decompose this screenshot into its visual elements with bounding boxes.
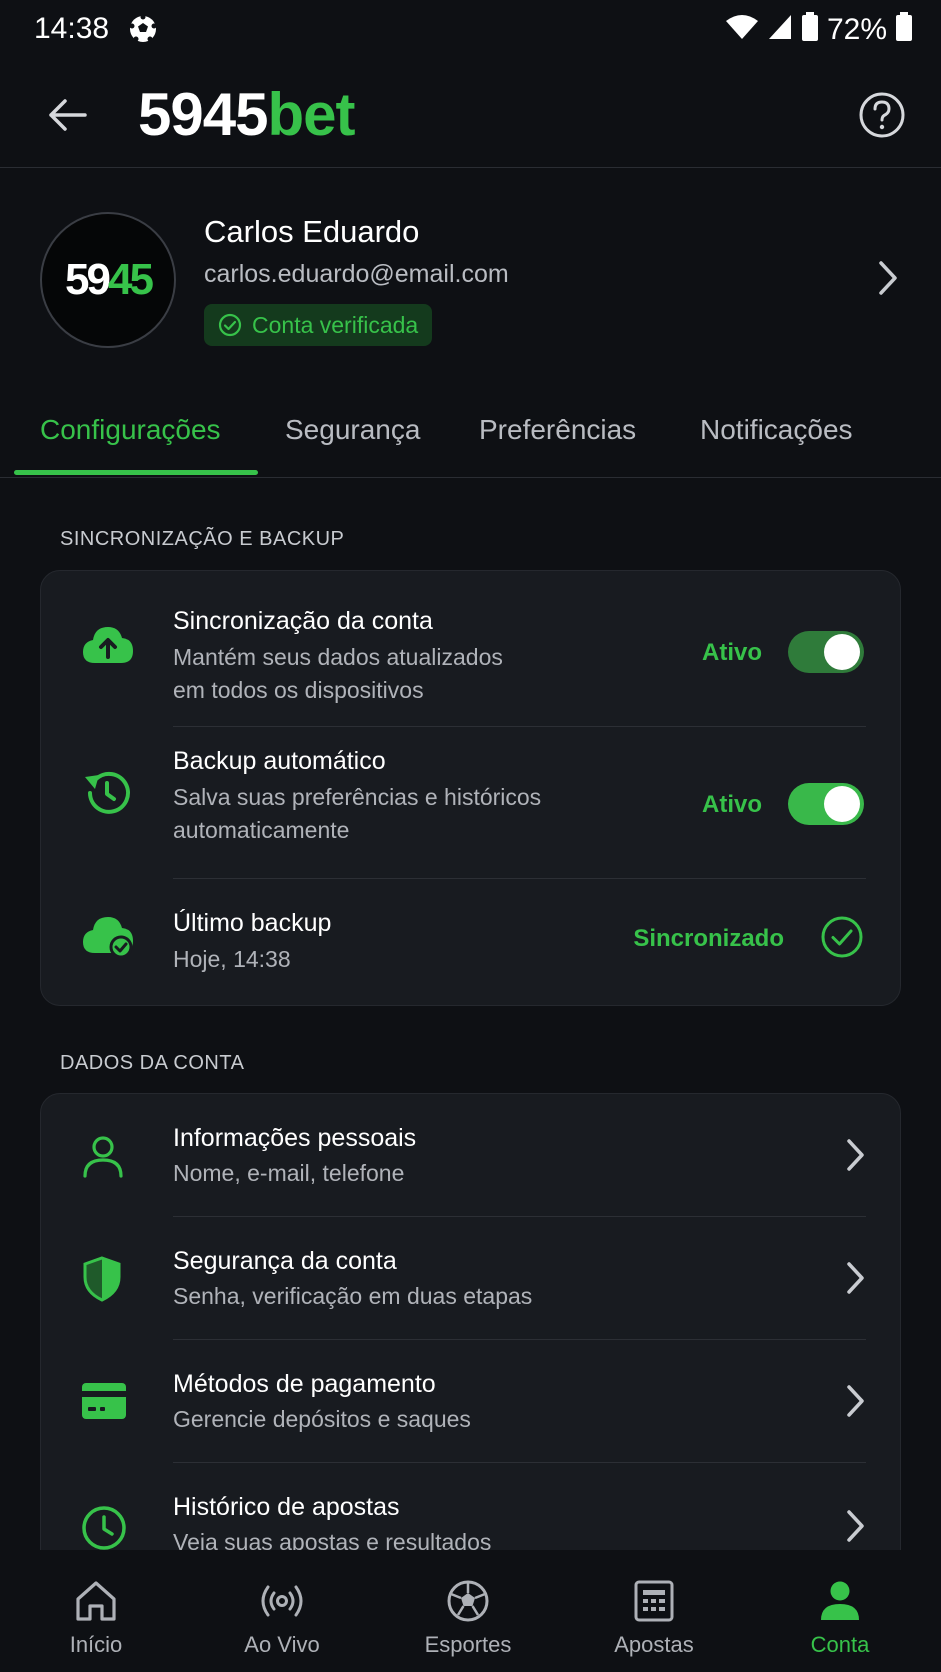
avatar: 5945 xyxy=(40,212,176,348)
shield-icon xyxy=(83,1256,121,1302)
profile-email: carlos.eduardo@email.com xyxy=(204,260,509,288)
auto-backup-row: Backup automático Salva suas preferência… xyxy=(41,727,900,879)
tab-preferencias[interactable]: Preferências xyxy=(479,414,636,446)
auto-backup-subtitle-line1: Salva suas preferências e históricos xyxy=(173,784,542,810)
bet-slip-icon xyxy=(634,1580,674,1622)
chevron-right-icon xyxy=(847,1385,864,1417)
section-title-sync: SINCRONIZAÇÃO E BACKUP xyxy=(60,528,345,550)
soccer-ball-icon xyxy=(447,1580,489,1622)
personal-info-row[interactable]: Informações pessoais Nome, e-mail, telef… xyxy=(41,1094,900,1217)
sync-card: Sincronização da conta Mantém seus dados… xyxy=(40,570,901,1006)
sync-account-subtitle-line1: Mantém seus dados atualizados xyxy=(173,644,503,670)
avatar-text-main: 59 xyxy=(65,255,111,304)
clock-icon xyxy=(82,1506,126,1550)
user-icon xyxy=(821,1581,859,1620)
auto-backup-title: Backup automático xyxy=(173,747,386,775)
history-icon xyxy=(85,771,130,814)
account-card: Informações pessoais Nome, e-mail, telef… xyxy=(40,1093,901,1593)
status-bar: 14:38 72% xyxy=(0,0,941,60)
avatar-text-accent: 45 xyxy=(108,255,154,304)
wifi-icon xyxy=(725,13,759,46)
credit-card-icon xyxy=(82,1383,126,1419)
nav-apostas[interactable]: Apostas xyxy=(560,1550,748,1672)
auto-backup-subtitle-line2: automaticamente xyxy=(173,817,350,843)
nav-label-conta: Conta xyxy=(810,1632,870,1657)
verified-badge: Conta verificada xyxy=(204,304,433,346)
last-backup-status: Sincronizado xyxy=(633,925,784,952)
settings-tabs: Configurações Segurança Preferências Not… xyxy=(0,378,941,478)
tab-seguranca[interactable]: Segurança xyxy=(285,414,420,446)
status-time: 14:38 xyxy=(34,12,110,45)
logo-number: 5945 xyxy=(138,81,268,148)
bottom-navigation: Início Ao Vivo Esportes Apostas Conta xyxy=(0,1550,941,1672)
help-button[interactable] xyxy=(857,90,907,140)
sync-account-subtitle-line2: em todos os dispositivos xyxy=(173,677,424,703)
check-circle-icon xyxy=(821,916,863,958)
cloud-upload-icon xyxy=(83,627,133,663)
nav-ao-vivo[interactable]: Ao Vivo xyxy=(188,1550,376,1672)
verified-label: Conta verificada xyxy=(252,311,419,338)
battery-icon xyxy=(801,12,819,47)
sync-account-toggle[interactable] xyxy=(788,631,864,673)
nav-conta[interactable]: Conta xyxy=(746,1550,934,1672)
payment-methods-subtitle: Gerencie depósitos e saques xyxy=(173,1406,471,1432)
check-circle-icon xyxy=(218,313,242,337)
profile-summary[interactable]: 5945 Carlos Eduardo carlos.eduardo@email… xyxy=(0,168,941,378)
battery-percent: 72% xyxy=(826,12,887,46)
payment-methods-title: Métodos de pagamento xyxy=(173,1370,436,1398)
sync-account-title: Sincronização da conta xyxy=(173,607,433,635)
soccer-notification-icon xyxy=(128,14,158,49)
chevron-right-icon xyxy=(847,1510,864,1542)
tab-configuracoes[interactable]: Configurações xyxy=(40,414,221,446)
logo-accent: bet xyxy=(267,81,355,148)
auto-backup-status: Ativo xyxy=(702,791,762,818)
personal-info-title: Informações pessoais xyxy=(173,1124,417,1152)
back-button[interactable] xyxy=(40,88,94,142)
nav-label-inicio: Início xyxy=(69,1632,123,1657)
screen: 14:38 72% 5945bet 5945 Carlos Eduardo ca… xyxy=(0,0,941,1672)
payment-methods-row[interactable]: Métodos de pagamento Gerencie depósitos … xyxy=(41,1340,900,1463)
auto-backup-toggle[interactable] xyxy=(788,783,864,825)
toggle-knob xyxy=(824,634,860,670)
live-icon xyxy=(261,1585,303,1617)
account-security-row[interactable]: Segurança da conta Senha, verificação em… xyxy=(41,1217,900,1340)
chevron-right-icon xyxy=(879,261,897,295)
section-title-account: DADOS DA CONTA xyxy=(60,1052,245,1074)
nav-label-apostas: Apostas xyxy=(614,1632,694,1657)
status-indicators: 72% xyxy=(725,12,913,47)
brand-logo: 5945bet xyxy=(138,81,355,148)
account-security-subtitle: Senha, verificação em duas etapas xyxy=(173,1283,533,1309)
chevron-right-icon xyxy=(847,1139,864,1171)
last-backup-time: Hoje, 14:38 xyxy=(173,946,291,972)
cloud-check-icon xyxy=(83,917,133,959)
nav-inicio[interactable]: Início xyxy=(2,1550,190,1672)
tab-notificacoes[interactable]: Notificações xyxy=(700,414,853,446)
app-bar: 5945bet xyxy=(0,62,941,168)
battery-icon-secondary xyxy=(895,12,913,47)
toggle-knob xyxy=(824,786,860,822)
chevron-right-icon xyxy=(847,1262,864,1294)
nav-esportes[interactable]: Esportes xyxy=(374,1550,562,1672)
last-backup-title: Último backup xyxy=(173,909,332,937)
personal-info-subtitle: Nome, e-mail, telefone xyxy=(173,1160,405,1186)
user-outline-icon xyxy=(83,1136,123,1178)
bet-history-title: Histórico de apostas xyxy=(173,1493,400,1521)
nav-label-esportes: Esportes xyxy=(424,1632,512,1657)
nav-label-ao-vivo: Ao Vivo xyxy=(244,1632,320,1657)
tab-active-indicator xyxy=(14,470,258,475)
home-icon xyxy=(76,1581,116,1621)
signal-icon xyxy=(767,13,793,46)
sync-account-row: Sincronização da conta Mantém seus dados… xyxy=(41,571,900,727)
profile-name: Carlos Eduardo xyxy=(204,214,420,249)
arrow-left-icon xyxy=(49,99,87,131)
sync-account-status: Ativo xyxy=(702,639,762,666)
last-backup-row: Último backup Hoje, 14:38 Sincronizado xyxy=(41,879,900,1005)
help-icon xyxy=(859,92,905,138)
account-security-title: Segurança da conta xyxy=(173,1247,397,1275)
